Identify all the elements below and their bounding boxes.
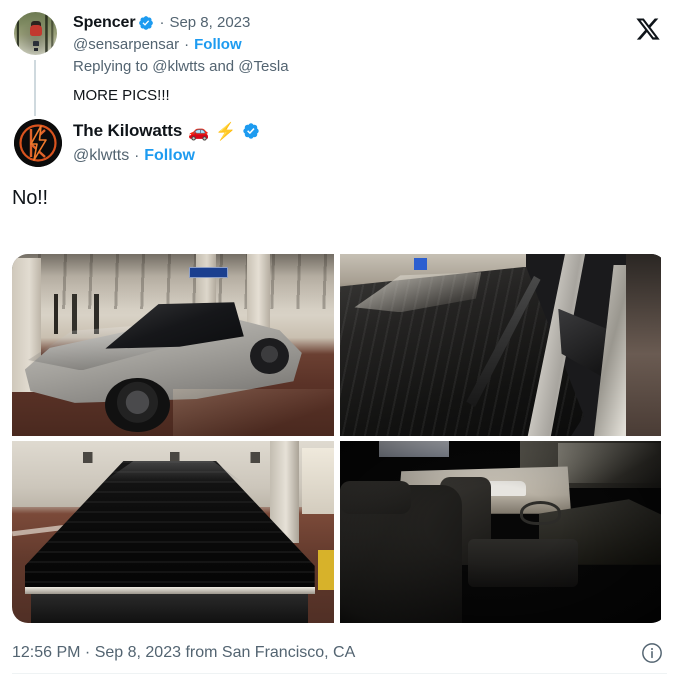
tweet-footer: 12:56 PM · Sep 8, 2023 from San Francisc… [0,631,679,674]
main-tweet-header: The Kilowatts 🚗 ⚡ @klwtts · Follow [0,110,679,168]
parent-name-row: Spencer · Sep 8, 2023 [73,12,679,33]
yellow-bollard [317,550,334,591]
cybertruck-front-wheel [105,377,170,433]
car-emoji-icon: 🚗 [188,121,210,141]
bolt-emoji-icon: ⚡ [215,121,237,141]
parent-follow-button[interactable]: Follow [194,34,242,55]
tailgate-panel [31,593,309,623]
info-circle-icon[interactable] [641,642,663,664]
main-handle-row: @klwtts · Follow [73,144,679,168]
parent-tweet-text: MORE PICS!!! [73,87,170,104]
blue-sign [413,257,427,271]
kilowatts-avatar[interactable] [14,119,62,167]
tailgate-light-bar [24,586,315,594]
parent-date: Sep 8, 2023 [169,14,251,31]
parent-separator: · [159,14,165,31]
parent-tweet-body: Spencer · Sep 8, 2023 @sensarpensar · Fo… [62,12,679,110]
cybertruck-rear-wheel [250,337,289,375]
main-tweet-text: No!! [12,187,48,209]
main-follow-button[interactable]: Follow [144,144,195,168]
verified-badge-icon [138,15,154,31]
interior-vignette [340,441,661,623]
main-tweet-body: The Kilowatts 🚗 ⚡ @klwtts · Follow [62,119,679,168]
main-handle-separator: · [134,147,140,164]
main-avatar-column [14,119,62,168]
parent-tweet: Spencer · Sep 8, 2023 @sensarpensar · Fo… [0,0,679,116]
parent-display-name[interactable]: Spencer [73,12,136,33]
media-photo-top-left[interactable] [12,254,334,436]
tweet-embed-card: Spencer · Sep 8, 2023 @sensarpensar · Fo… [0,0,679,674]
spencer-avatar[interactable] [14,12,57,55]
parent-avatar-column [14,12,62,116]
thread-connector-line [34,60,36,116]
garage-right-edge [625,254,661,436]
main-name-row: The Kilowatts 🚗 ⚡ [73,119,679,143]
parent-handle-separator: · [184,36,190,53]
tweet-timestamp-meta[interactable]: 12:56 PM · Sep 8, 2023 from San Francisc… [12,643,641,663]
parent-handle[interactable]: @sensarpensar [73,34,179,55]
media-photo-bottom-right[interactable] [340,441,661,623]
media-photo-bottom-left[interactable] [12,441,334,623]
blue-sign [189,266,228,278]
media-photo-grid [12,254,667,623]
main-handle[interactable]: @klwtts [73,144,129,168]
garage-doorway-light [301,448,334,514]
verified-badge-icon [242,122,260,140]
parent-handle-row: @sensarpensar · Follow [73,34,679,55]
garage-floor-reflection [173,388,334,436]
main-display-name[interactable]: The Kilowatts [73,119,182,143]
media-photo-top-right[interactable] [340,254,661,436]
replying-to-label[interactable]: Replying to @klwtts and @Tesla [73,56,679,77]
